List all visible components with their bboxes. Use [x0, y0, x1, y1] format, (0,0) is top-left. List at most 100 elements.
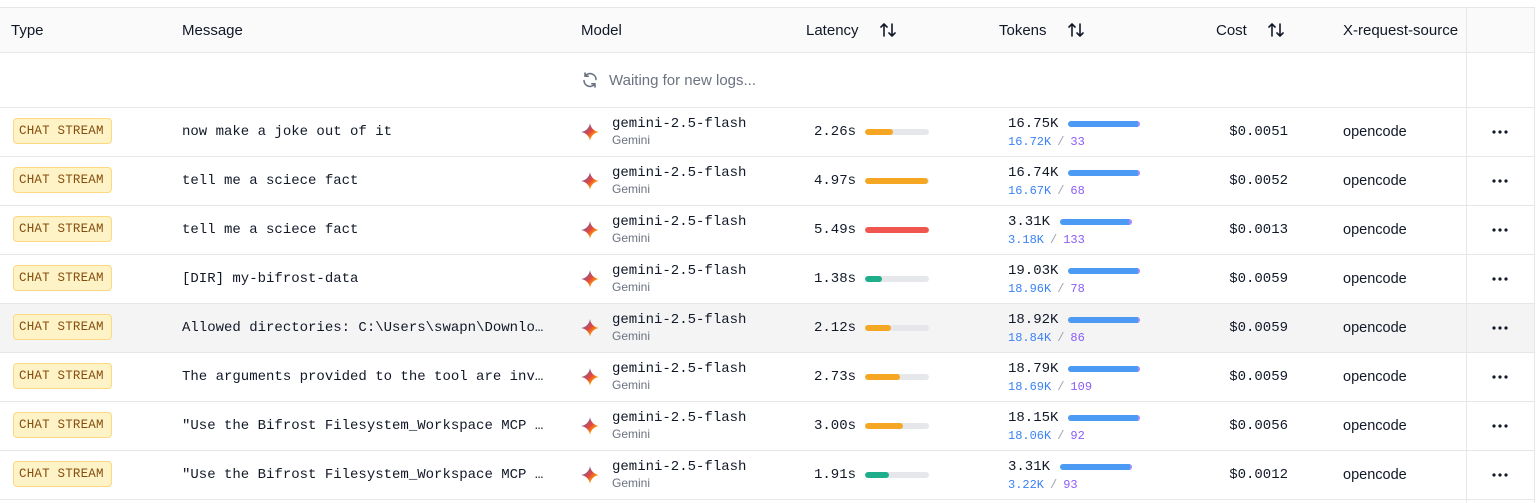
- message-cell: "Use the Bifrost Filesystem_Workspace MC…: [182, 402, 550, 450]
- request-source-value: opencode: [1343, 222, 1407, 238]
- model-name: gemini-2.5-flash: [612, 311, 747, 328]
- tokens-bar: [1068, 120, 1141, 127]
- request-type-badge: CHAT STREAM: [13, 363, 112, 389]
- latency-bar: [865, 276, 929, 282]
- tokens-separator: /: [1057, 183, 1065, 198]
- message-cell: tell me a sciece fact: [182, 206, 550, 254]
- message-cell: tell me a sciece fact: [182, 157, 550, 205]
- tokens-separator: /: [1050, 232, 1058, 247]
- message-text: The arguments provided to the tool are i…: [182, 369, 550, 385]
- cost-value: $0.0056: [1229, 418, 1288, 434]
- tokens-total: 18.79K: [1008, 360, 1059, 377]
- cost-value: $0.0012: [1229, 467, 1288, 483]
- row-actions-button[interactable]: [1489, 402, 1511, 450]
- latency-value: 5.49s: [813, 222, 856, 238]
- more-horizontal-icon[interactable]: [1492, 326, 1508, 330]
- row-actions-button[interactable]: [1489, 451, 1511, 499]
- column-header-cost[interactable]: Cost: [1216, 8, 1285, 52]
- row-actions-button[interactable]: [1489, 108, 1511, 156]
- latency-cell: 1.38s: [790, 255, 930, 303]
- row-actions-button[interactable]: [1489, 304, 1511, 352]
- column-type-label: Type: [11, 21, 44, 39]
- waiting-text: Waiting for new logs...: [609, 71, 757, 89]
- cost-value: $0.0052: [1229, 173, 1288, 189]
- tokens-bar-output: [1138, 316, 1141, 323]
- request-type-badge: CHAT STREAM: [13, 265, 112, 291]
- latency-bar: [865, 374, 929, 380]
- log-row[interactable]: CHAT STREAM tell me a sciece fact gemini…: [0, 206, 1534, 255]
- tokens-separator: /: [1057, 379, 1065, 394]
- tokens-bar: [1068, 316, 1141, 323]
- tokens-total: 18.92K: [1008, 311, 1059, 328]
- model-cell: gemini-2.5-flash Gemini: [581, 304, 746, 352]
- latency-value: 4.97s: [813, 173, 856, 189]
- message-text: "Use the Bifrost Filesystem_Workspace MC…: [182, 467, 550, 483]
- tokens-bar-input: [1068, 414, 1139, 421]
- gemini-sparkle-icon: [581, 466, 599, 484]
- cost-value: $0.0013: [1229, 222, 1288, 238]
- tokens-bar: [1068, 267, 1141, 274]
- column-header-message: Message: [182, 8, 243, 52]
- request-source-value: opencode: [1343, 271, 1407, 287]
- more-horizontal-icon[interactable]: [1492, 130, 1508, 134]
- model-name: gemini-2.5-flash: [612, 458, 747, 475]
- model-cell: gemini-2.5-flash Gemini: [581, 108, 746, 156]
- more-horizontal-icon[interactable]: [1492, 277, 1508, 281]
- tokens-output: 78: [1070, 281, 1085, 296]
- tokens-output: 93: [1063, 477, 1078, 492]
- request-source-value: opencode: [1343, 418, 1407, 434]
- tokens-bar-output: [1129, 463, 1132, 470]
- sort-arrows-icon[interactable]: [879, 21, 897, 39]
- message-text: [DIR] my-bifrost-data: [182, 271, 359, 287]
- log-row[interactable]: CHAT STREAM "Use the Bifrost Filesystem_…: [0, 451, 1534, 500]
- latency-value: 2.73s: [813, 369, 856, 385]
- column-header-latency[interactable]: Latency: [806, 8, 897, 52]
- sort-arrows-icon[interactable]: [1267, 21, 1285, 39]
- log-row[interactable]: CHAT STREAM [DIR] my-bifrost-data gemini…: [0, 255, 1534, 304]
- log-row[interactable]: CHAT STREAM now make a joke out of it ge…: [0, 108, 1534, 157]
- request-source-value: opencode: [1343, 467, 1407, 483]
- table-header: Type Message Model Latency Tokens Cost X…: [0, 8, 1534, 53]
- tokens-input: 16.67K: [1008, 183, 1052, 198]
- latency-value: 1.38s: [813, 271, 856, 287]
- gemini-sparkle-icon: [581, 368, 599, 386]
- tokens-bar: [1068, 414, 1141, 421]
- model-cell: gemini-2.5-flash Gemini: [581, 157, 746, 205]
- request-type-badge: CHAT STREAM: [13, 412, 112, 438]
- latency-bar: [865, 178, 929, 184]
- log-row[interactable]: CHAT STREAM "Use the Bifrost Filesystem_…: [0, 402, 1534, 451]
- gemini-sparkle-icon: [581, 221, 599, 239]
- tokens-bar: [1068, 169, 1141, 176]
- column-latency-label: Latency: [806, 21, 859, 39]
- model-cell: gemini-2.5-flash Gemini: [581, 402, 746, 450]
- log-row[interactable]: CHAT STREAM The arguments provided to th…: [0, 353, 1534, 402]
- cost-value: $0.0059: [1229, 320, 1288, 336]
- more-horizontal-icon[interactable]: [1492, 179, 1508, 183]
- sort-arrows-icon[interactable]: [1067, 21, 1085, 39]
- tokens-bar-output: [1138, 120, 1141, 127]
- model-provider: Gemini: [612, 231, 651, 246]
- row-actions-button[interactable]: [1489, 255, 1511, 303]
- row-actions-button[interactable]: [1489, 206, 1511, 254]
- row-actions-button[interactable]: [1489, 157, 1511, 205]
- tokens-input: 18.06K: [1008, 428, 1052, 443]
- request-source-value: opencode: [1343, 173, 1407, 189]
- latency-cell: 5.49s: [790, 206, 930, 254]
- log-row[interactable]: CHAT STREAM Allowed directories: C:\User…: [0, 304, 1534, 353]
- tokens-bar-input: [1068, 169, 1139, 176]
- column-cost-label: Cost: [1216, 21, 1247, 39]
- more-horizontal-icon[interactable]: [1492, 228, 1508, 232]
- row-actions-button[interactable]: [1489, 353, 1511, 401]
- model-name: gemini-2.5-flash: [612, 409, 747, 426]
- model-cell: gemini-2.5-flash Gemini: [581, 206, 746, 254]
- column-header-tokens[interactable]: Tokens: [999, 8, 1085, 52]
- latency-bar-fill: [865, 178, 929, 184]
- waiting-row: Waiting for new logs...: [0, 53, 1534, 108]
- tokens-total: 19.03K: [1008, 262, 1059, 279]
- tokens-bar-output: [1138, 365, 1141, 372]
- log-row[interactable]: CHAT STREAM tell me a sciece fact gemini…: [0, 157, 1534, 206]
- more-horizontal-icon[interactable]: [1492, 375, 1508, 379]
- more-horizontal-icon[interactable]: [1492, 473, 1508, 477]
- more-horizontal-icon[interactable]: [1492, 424, 1508, 428]
- tokens-bar-input: [1068, 365, 1139, 372]
